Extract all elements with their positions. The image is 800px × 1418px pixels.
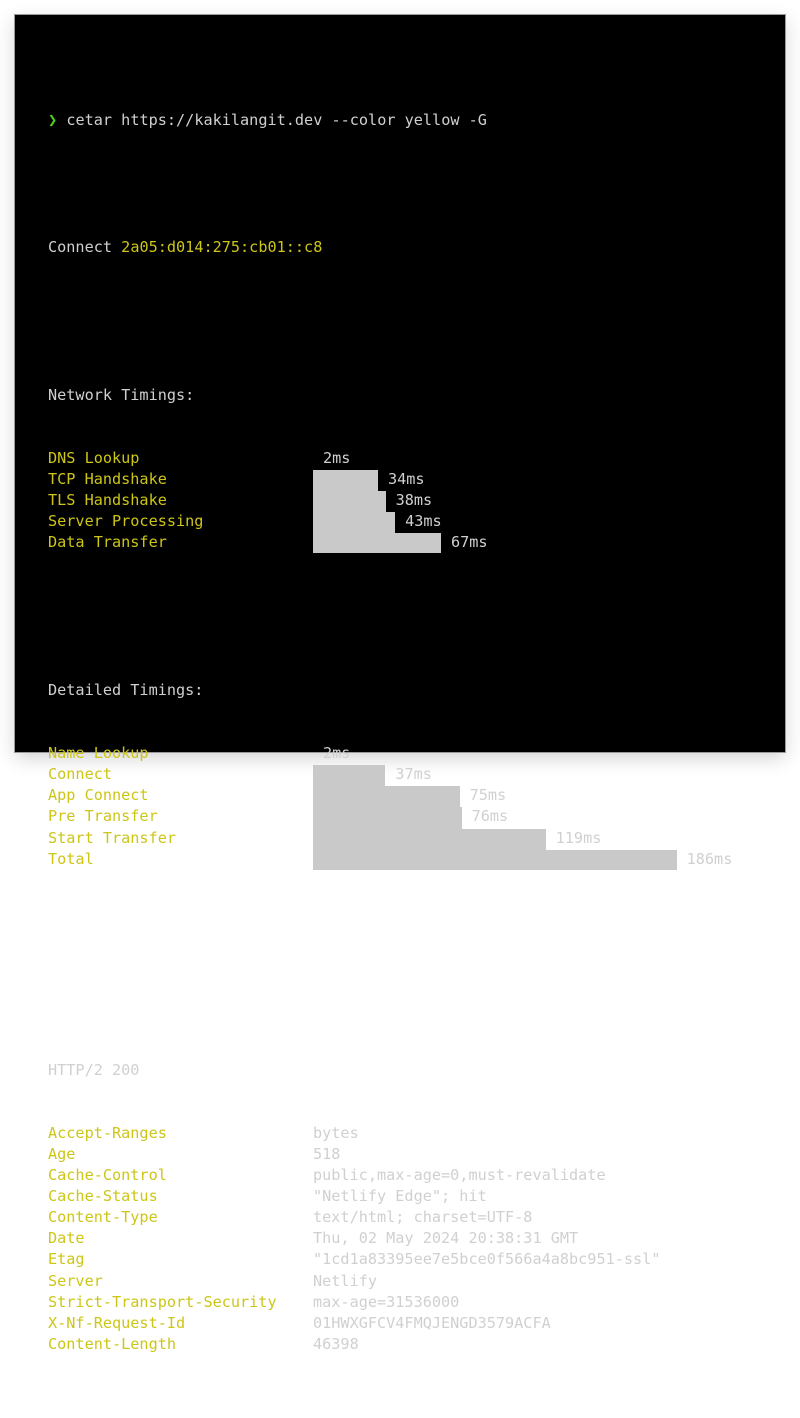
detailed-timing-label: Name Lookup	[48, 744, 149, 763]
connect-label: Connect	[48, 237, 113, 256]
header-name: Content-Type	[48, 1208, 158, 1227]
header-row: Accept-Ranges bytes	[48, 1123, 487, 1144]
chevron-right-icon: ❯	[48, 111, 58, 130]
network-timing-row: DNS Lookup	[48, 448, 487, 469]
header-name: Age	[48, 1144, 76, 1163]
detailed-timings-section: 2ms 37ms 75ms 76ms 119ms 186ms Name Lookup Conn…	[48, 743, 732, 870]
network-timing-label: TLS Handshake	[48, 490, 167, 509]
header-row: Age 518	[48, 1144, 487, 1165]
network-timing-row: Server Processing	[48, 511, 487, 532]
header-row: Content-Length 46398	[48, 1334, 487, 1355]
header-value: "Netlify Edge"; hit	[313, 1187, 487, 1206]
header-row: Etag "1cd1a83395ee7e5bce0f566a4a8bc951-ss…	[48, 1249, 660, 1270]
header-name: Date	[48, 1229, 85, 1248]
network-timing-row: Data Transfer	[48, 532, 487, 553]
connect-line: Connect 2a05:d014:275:cb01::c8	[48, 237, 487, 258]
header-name: Content-Length	[48, 1334, 177, 1353]
header-value: max-age=31536000	[313, 1292, 460, 1311]
detailed-timing-label: Start Transfer	[48, 828, 177, 847]
detailed-timing-label: Total	[48, 849, 94, 868]
detailed-timing-value-label: 186ms	[686, 849, 733, 868]
network-timings-section: 2ms 34ms 38ms 43ms 67ms DNS Lookup TCP Handsha…	[48, 448, 488, 554]
detailed-timing-row: Name Lookup	[48, 743, 487, 764]
header-row: Server Netlify	[48, 1271, 487, 1292]
header-value: text/html; charset=UTF-8	[313, 1208, 533, 1227]
command-line: ❯ cetar https://kakilangit.dev --color y…	[48, 110, 487, 131]
terminal-window: ❯ cetar https://kakilangit.dev --color y…	[15, 15, 785, 1353]
network-timing-label: Server Processing	[48, 512, 204, 531]
network-timing-row: TCP Handshake	[48, 469, 487, 490]
header-value: public,max-age=0,must-revalidate	[313, 1166, 606, 1185]
detailed-timing-label: App Connect	[48, 786, 149, 805]
detailed-timings-title: Detailed Timings:	[48, 680, 204, 699]
command-text: cetar https://kakilangit.dev --color yel…	[66, 111, 487, 130]
network-timing-row: TLS Handshake	[48, 490, 487, 511]
header-name: Cache-Status	[48, 1187, 158, 1206]
http-status-line: HTTP/2 200	[48, 1060, 140, 1079]
detailed-timing-value-label: 119ms	[555, 828, 602, 847]
header-name: Accept-Ranges	[48, 1123, 167, 1142]
header-value: Thu, 02 May 2024 20:38:31 GMT	[313, 1229, 579, 1248]
header-name: Strict-Transport-Security	[48, 1292, 277, 1311]
header-name: Etag	[48, 1250, 85, 1269]
connect-address: 2a05:d014:275:cb01::c8	[121, 237, 323, 256]
header-value: 01HWXGFCV4FMQJENGD3579ACFA	[313, 1313, 551, 1332]
detailed-timing-row: Pre Transfer	[48, 806, 487, 827]
header-row: Strict-Transport-Security max-age=3153600…	[48, 1292, 487, 1313]
header-value: Netlify	[313, 1271, 378, 1290]
detailed-timing-row: Start Transfer	[48, 828, 487, 849]
header-value: bytes	[313, 1123, 359, 1142]
http-headers: Accept-Ranges bytes Age 518 Cache-Control pub…	[48, 1123, 660, 1355]
header-value: 518	[313, 1144, 341, 1163]
network-timing-label: DNS Lookup	[48, 448, 140, 467]
header-row: Cache-Status "Netlify Edge"; hit	[48, 1186, 487, 1207]
header-value: "1cd1a83395ee7e5bce0f566a4a8bc951-ssl"	[313, 1250, 661, 1269]
header-name: Cache-Control	[48, 1166, 167, 1185]
detailed-timing-row: Connect	[48, 764, 487, 785]
header-value: 46398	[313, 1334, 359, 1353]
terminal-output: ❯ cetar https://kakilangit.dev --color y…	[48, 47, 732, 1418]
header-row: Date Thu, 02 May 2024 20:38:31 GMT	[48, 1228, 578, 1249]
header-row: Content-Type text/html; charset=UTF-8	[48, 1207, 532, 1228]
header-name: X-Nf-Request-Id	[48, 1313, 186, 1332]
header-row: X-Nf-Request-Id 01HWXGFCV4FMQJENGD3579ACF…	[48, 1313, 551, 1334]
network-timings-title: Network Timings:	[48, 385, 195, 404]
network-timing-label: Data Transfer	[48, 533, 167, 552]
detailed-timing-label: Pre Transfer	[48, 807, 158, 826]
detailed-timing-row: App Connect	[48, 785, 487, 806]
network-timing-label: TCP Handshake	[48, 469, 167, 488]
header-row: Cache-Control public,max-age=0,must-reval…	[48, 1165, 606, 1186]
detailed-timing-row: Total	[48, 849, 487, 870]
header-name: Server	[48, 1271, 103, 1290]
detailed-timing-label: Connect	[48, 765, 113, 784]
